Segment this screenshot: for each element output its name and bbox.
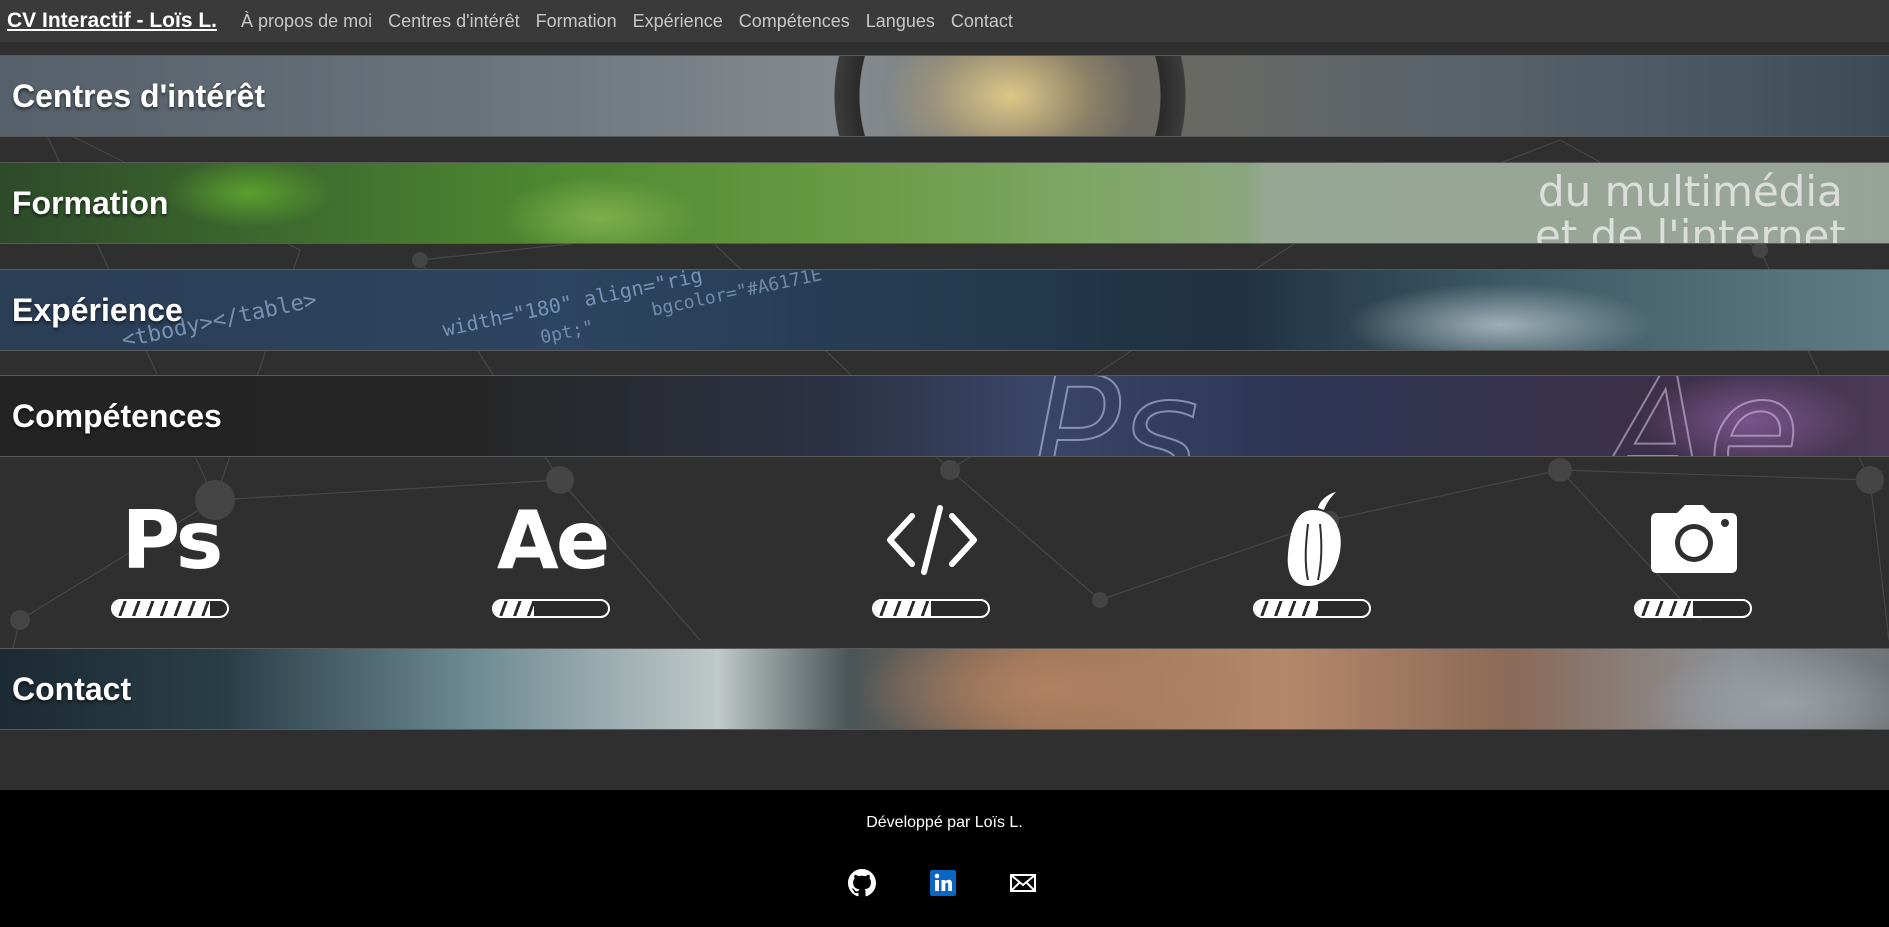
- section-title-formation: Formation: [12, 185, 169, 221]
- skill-level-bar: [492, 599, 610, 618]
- banner-text-formation-2: et de l'internet: [1535, 211, 1846, 244]
- section-title-skills: Compétences: [12, 398, 222, 434]
- skill-level-bar: [111, 599, 229, 618]
- banner-deco-ps: Ps: [1029, 376, 1200, 456]
- linkedin-icon[interactable]: [928, 868, 958, 898]
- banner-code-line-4: 0pt;": [538, 316, 596, 349]
- nav-link-languages[interactable]: Langues: [866, 11, 935, 32]
- skill-photoshop: Ps: [111, 457, 231, 647]
- section-banner-formation[interactable]: du multimédia et de l'internet Formation: [0, 162, 1889, 244]
- camera-icon: [1634, 495, 1754, 585]
- nav-link-formation[interactable]: Formation: [536, 11, 617, 32]
- footer-credit: Développé par Loïs L.: [866, 814, 1023, 831]
- section-banner-skills[interactable]: Ps Ae Compétences: [0, 375, 1889, 457]
- banner-text-formation-1: du multimédia: [1538, 167, 1843, 216]
- section-title-interests: Centres d'intérêt: [12, 78, 265, 114]
- section-banner-interests[interactable]: Centres d'intérêt: [0, 55, 1889, 137]
- github-icon[interactable]: [847, 868, 877, 898]
- skill-code: [872, 457, 992, 647]
- skill-fl-studio: [1253, 457, 1373, 647]
- nav-link-experience[interactable]: Expérience: [633, 11, 723, 32]
- nav-link-contact[interactable]: Contact: [951, 11, 1013, 32]
- photoshop-icon: Ps: [121, 493, 224, 587]
- skill-level-bar: [1253, 599, 1371, 618]
- code-icon: [872, 495, 992, 585]
- footer: Développé par Loïs L.: [0, 790, 1889, 927]
- nav-link-about[interactable]: À propos de moi: [241, 11, 372, 32]
- section-banner-contact[interactable]: Contact: [0, 648, 1889, 730]
- section-title-experience: Expérience: [12, 292, 183, 328]
- nav-link-interests[interactable]: Centres d'intérêt: [388, 11, 520, 32]
- brand-link[interactable]: CV Interactif - Loïs L.: [7, 9, 217, 33]
- nav-link-skills[interactable]: Compétences: [739, 11, 850, 32]
- top-navbar: CV Interactif - Loïs L. À propos de moi …: [0, 0, 1889, 42]
- banner-code-line-3: bgcolor="#A6171E: [649, 269, 824, 321]
- banner-code-line-2: width="180" align="rig: [440, 269, 705, 342]
- skill-level-bar: [872, 599, 990, 618]
- fl-studio-icon: [1253, 492, 1373, 586]
- skill-photography: [1634, 457, 1754, 647]
- skill-level-bar: [1634, 599, 1752, 618]
- email-icon[interactable]: [1008, 868, 1038, 898]
- section-title-contact: Contact: [12, 671, 132, 707]
- skills-grid: Ps Ae: [0, 457, 1889, 647]
- section-banner-experience[interactable]: <tbody></table> width="180" align="rig b…: [0, 269, 1889, 351]
- after-effects-icon: Ae: [496, 493, 610, 587]
- banner-deco-ae: Ae: [1604, 376, 1801, 456]
- skill-after-effects: Ae: [492, 457, 612, 647]
